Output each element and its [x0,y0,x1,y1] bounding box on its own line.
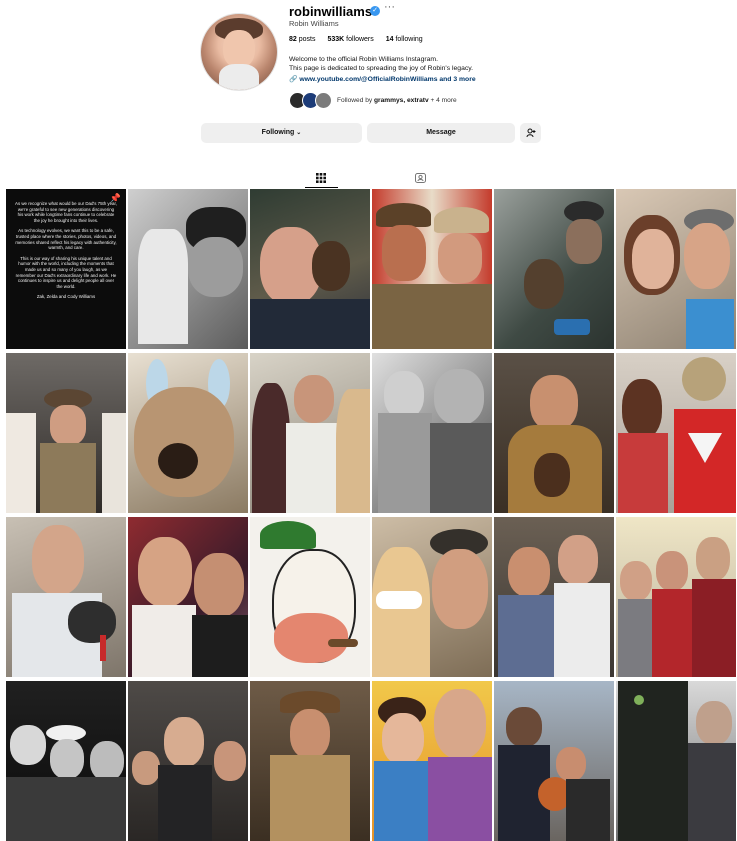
pinned-post-text: As we recognize what would be our Dad's … [15,201,117,300]
post-tile[interactable] [250,681,370,841]
following-button-label: Following [261,129,295,136]
post-tile[interactable] [250,353,370,513]
followers-count[interactable]: 533K followers [327,36,373,43]
bio-link-text: www.youtube.com/@OfficialRobinWilliams a… [299,76,476,83]
post-tile[interactable] [494,681,614,841]
active-tab-indicator [305,187,338,188]
post-tile[interactable] [372,681,492,841]
message-button-label: Message [426,129,456,136]
avatar-face [223,30,255,68]
post-tile[interactable] [616,353,736,513]
post-tile[interactable] [128,189,248,349]
profile-full-name: Robin Williams [289,19,339,28]
avatar-collar [219,64,259,90]
post-tile[interactable] [128,353,248,513]
message-button[interactable]: Message [367,123,515,143]
post-tile[interactable] [250,517,370,677]
post-tile[interactable] [494,517,614,677]
link-icon: 🔗 [289,76,298,83]
posts-count: 82 posts [289,36,316,43]
tab-posts[interactable] [314,170,328,184]
suggest-accounts-button[interactable] [520,123,541,143]
tab-tagged[interactable] [413,170,427,184]
post-tile[interactable] [372,353,492,513]
post-tile[interactable] [6,353,126,513]
post-tile[interactable] [6,681,126,841]
add-person-icon [526,128,535,138]
post-tile[interactable] [128,681,248,841]
post-tile[interactable] [6,517,126,677]
more-options-icon[interactable]: ··· [384,1,395,13]
verified-badge-icon: ✓ [370,6,380,16]
post-tile-pinned[interactable]: 📌 As we recognize what would be our Dad'… [6,189,126,349]
following-count[interactable]: 14 following [386,36,423,43]
following-button[interactable]: Following ⌄ [201,123,362,143]
tagged-icon [414,173,426,183]
post-tile[interactable] [372,517,492,677]
post-tile[interactable] [128,517,248,677]
follower-avatar [315,92,332,109]
post-tile[interactable] [616,189,736,349]
bio-line-2: This page is dedicated to spreading the … [289,65,474,72]
post-tile[interactable] [616,681,736,841]
post-tile[interactable] [494,189,614,349]
post-tile[interactable] [616,517,736,677]
post-tile[interactable] [494,353,614,513]
post-tile[interactable] [372,189,492,349]
profile-avatar[interactable] [201,14,277,90]
bio-link[interactable]: 🔗 www.youtube.com/@OfficialRobinWilliams… [289,75,476,83]
post-tile[interactable] [250,189,370,349]
followed-by-text[interactable]: Followed by grammys, extratv + 4 more [337,97,457,104]
profile-username: robinwilliams [289,4,373,19]
profile-stats: 82 posts 533K followers 14 following [289,36,433,43]
chevron-down-icon: ⌄ [296,130,302,136]
grid-icon [316,173,326,183]
bio-line-1: Welcome to the official Robin Williams I… [289,56,438,63]
